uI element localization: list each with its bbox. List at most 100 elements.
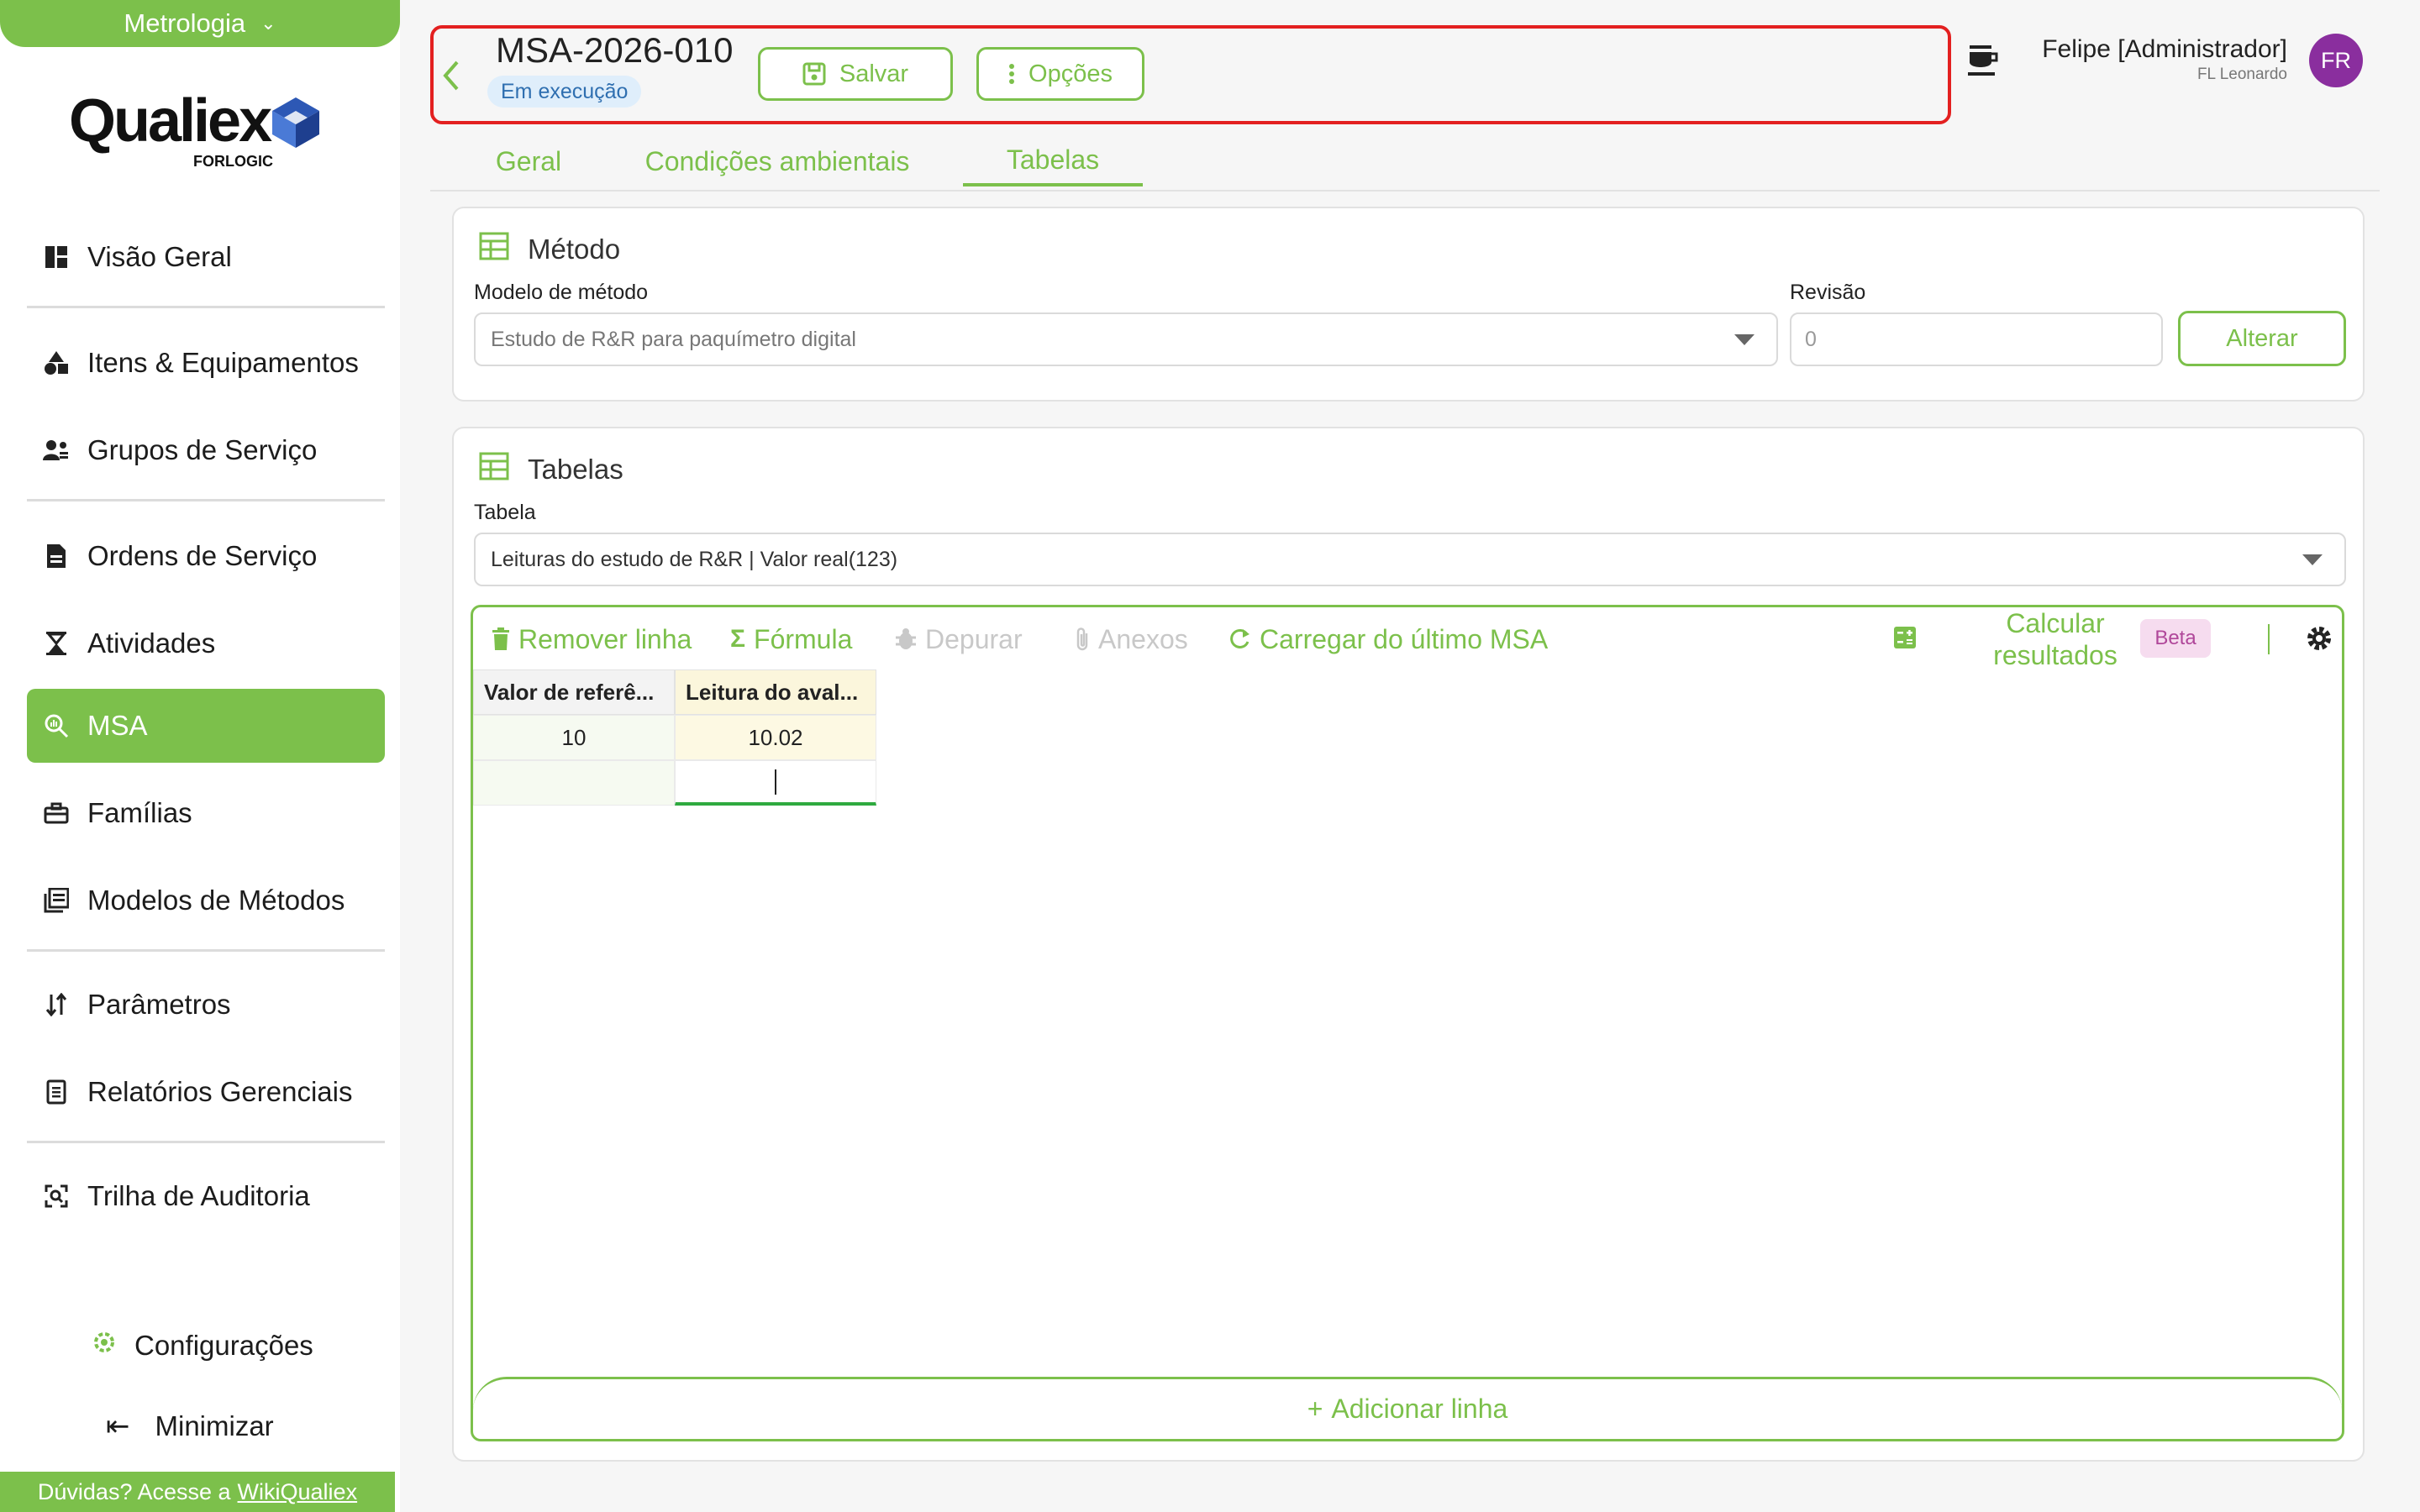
formula-label: Fórmula: [754, 623, 853, 654]
sidebar-item-visao-geral[interactable]: Visão Geral: [27, 220, 385, 294]
table-label: Tabela: [474, 501, 536, 524]
caret-down-icon: [2302, 554, 2323, 565]
plus-icon: +: [1307, 1394, 1323, 1424]
nav-divider: [27, 1141, 385, 1143]
save-label: Salvar: [839, 60, 909, 87]
nav-divider: [27, 499, 385, 501]
calculator-icon: [1894, 627, 1916, 648]
tab-tabelas[interactable]: Tabelas: [963, 136, 1143, 186]
load-last-msa-button[interactable]: Carregar do último MSA: [1228, 621, 1548, 658]
table-cell[interactable]: 10: [473, 715, 675, 760]
sidebar-item-label: Famílias: [87, 797, 192, 828]
sidebar-item-label: Grupos de Serviço: [87, 434, 318, 465]
tab-bar: Geral Condições ambientais Tabelas: [430, 131, 2380, 192]
debug-button[interactable]: Depurar: [895, 621, 1023, 658]
status-badge: Em execução: [487, 76, 642, 108]
change-method-button[interactable]: Alterar: [2178, 311, 2346, 366]
magnifier-chart-icon: [42, 711, 71, 740]
refresh-icon: [1230, 628, 1249, 648]
settings-link[interactable]: Configurações: [91, 1329, 313, 1362]
tab-geral[interactable]: Geral: [476, 136, 581, 186]
sidebar-item-label: Atividades: [87, 627, 216, 659]
sidebar-item-label: Parâmetros: [87, 989, 231, 1020]
audit-scan-icon: [42, 1182, 71, 1210]
sort-icon: [42, 990, 71, 1019]
save-button[interactable]: Salvar: [758, 47, 953, 101]
options-label: Opções: [1028, 60, 1113, 87]
method-card: Método Modelo de método Estudo de R&R pa…: [452, 207, 2365, 402]
more-vertical-icon: [1009, 64, 1015, 84]
floppy-icon: [802, 62, 826, 86]
table-cell[interactable]: 10.02: [675, 715, 876, 760]
help-bar: Dúvidas? Acesse a WikiQualiex: [0, 1472, 395, 1512]
user-name[interactable]: Felipe [Administrador]: [2042, 35, 2287, 64]
sidebar-item-label: Trilha de Auditoria: [87, 1180, 310, 1211]
tab-condicoes-ambientais[interactable]: Condições ambientais: [629, 136, 926, 186]
briefcase-icon: [42, 799, 71, 827]
column-header-reading[interactable]: Leitura do aval...: [675, 669, 876, 715]
table-cell[interactable]: [473, 760, 675, 806]
table-cell-editing[interactable]: [675, 760, 876, 806]
sidebar-item-grupos-servico[interactable]: Grupos de Serviço: [27, 413, 385, 487]
trash-icon: [492, 627, 509, 650]
sidebar-item-ordens-servico[interactable]: Ordens de Serviço: [27, 519, 385, 593]
paperclip-icon: [1076, 627, 1088, 651]
sidebar-item-familias[interactable]: Famílias: [27, 776, 385, 850]
coffee-break-button[interactable]: [1966, 42, 2000, 83]
method-card-title: Método: [479, 232, 620, 267]
module-switcher[interactable]: Metrologia ⌄: [0, 0, 400, 47]
report-icon: [42, 1078, 71, 1106]
sidebar-item-msa[interactable]: MSA: [27, 689, 385, 763]
toolbar-divider: [2268, 624, 2270, 654]
sidebar-item-trilha-auditoria[interactable]: Trilha de Auditoria: [27, 1159, 385, 1233]
sigma-icon: Σ: [730, 625, 746, 653]
nav-divider: [27, 949, 385, 952]
method-model-value: Estudo de R&R para paquímetro digital: [491, 327, 856, 351]
caret-down-icon: [1734, 334, 1754, 345]
formula-button[interactable]: Σ Fórmula: [730, 621, 852, 658]
sidebar-item-relatorios[interactable]: Relatórios Gerenciais: [27, 1055, 385, 1129]
sidebar-item-modelos-metodos[interactable]: Modelos de Métodos: [27, 864, 385, 937]
tables-title-text: Tabelas: [528, 454, 623, 485]
tables-card-title: Tabelas: [479, 452, 623, 487]
bug-icon: [896, 628, 916, 649]
add-row-label: Adicionar linha: [1331, 1394, 1508, 1424]
library-icon: [42, 886, 71, 915]
sidebar-item-itens-equipamentos[interactable]: Itens & Equipamentos: [27, 326, 385, 400]
chevron-left-icon: [443, 60, 459, 91]
attachments-button[interactable]: Anexos: [1075, 621, 1188, 658]
chevron-down-icon: ⌄: [260, 13, 276, 34]
nav-divider: [27, 306, 385, 308]
revision-value: 0: [1805, 327, 1817, 351]
avatar[interactable]: FR: [2309, 34, 2363, 87]
revision-field[interactable]: 0: [1790, 312, 2163, 366]
table-select[interactable]: Leituras do estudo de R&R | Valor real(1…: [474, 533, 2346, 586]
gear-icon: [91, 1329, 118, 1362]
module-label: Metrologia: [124, 8, 246, 38]
calc-label-line2: resultados: [1993, 640, 2118, 670]
app-root: Metrologia ⌄ Qualiex FORLOGIC Visão Gera…: [0, 0, 2420, 1512]
minimize-button[interactable]: ⇤ Minimizar: [106, 1410, 274, 1443]
minimize-label: Minimizar: [155, 1410, 274, 1441]
remove-row-button[interactable]: Remover linha: [492, 621, 692, 658]
back-button[interactable]: [440, 59, 462, 97]
wiki-link[interactable]: WikiQualiex: [238, 1479, 358, 1505]
sidebar-item-label: Relatórios Gerenciais: [87, 1076, 353, 1107]
sidebar-item-label: Modelos de Métodos: [87, 885, 345, 916]
calculate-results-button[interactable]: Calcular resultados: [1959, 607, 2152, 671]
sidebar-item-parametros[interactable]: Parâmetros: [27, 968, 385, 1042]
method-title-text: Método: [528, 234, 621, 265]
sidebar-item-label: Visão Geral: [87, 241, 232, 272]
method-model-select[interactable]: Estudo de R&R para paquímetro digital: [474, 312, 1778, 366]
column-header-reference[interactable]: Valor de referê...: [473, 669, 675, 715]
settings-label: Configurações: [134, 1330, 313, 1361]
add-row-button[interactable]: + Adicionar linha: [473, 1377, 2342, 1439]
debug-label: Depurar: [925, 623, 1023, 654]
sidebar-item-atividades[interactable]: Atividades: [27, 606, 385, 680]
options-button[interactable]: Opções: [976, 47, 1144, 101]
sidebar-item-label: Itens & Equipamentos: [87, 347, 359, 378]
table-settings-button[interactable]: [2305, 624, 2333, 657]
attachments-label: Anexos: [1098, 623, 1188, 654]
sidebar-item-label: Ordens de Serviço: [87, 540, 318, 571]
table-icon: [479, 452, 509, 487]
